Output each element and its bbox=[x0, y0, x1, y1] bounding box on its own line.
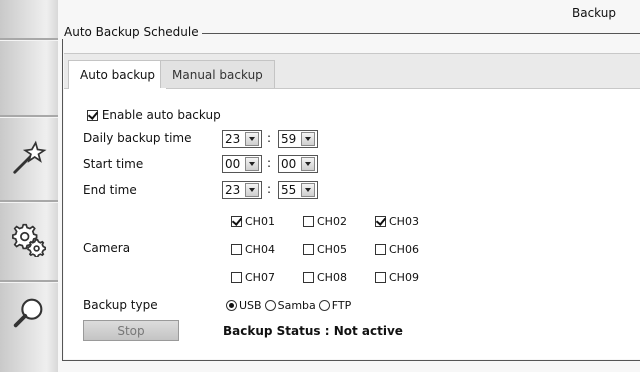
channel-ch04[interactable]: CH04 bbox=[231, 243, 275, 256]
backup-type-label: Backup type bbox=[83, 298, 158, 312]
backup-type-ftp[interactable]: FTP bbox=[318, 299, 352, 312]
camera-label: Camera bbox=[83, 241, 131, 255]
channel-ch09[interactable]: CH09 bbox=[375, 271, 419, 284]
end-hour-value: 23 bbox=[225, 183, 241, 197]
daily-hour-select[interactable]: 23 bbox=[222, 130, 262, 148]
enable-auto-backup-label: Enable auto backup bbox=[101, 108, 221, 122]
radio-button[interactable] bbox=[226, 300, 237, 311]
time-separator: : bbox=[267, 156, 272, 170]
chevron-down-icon bbox=[245, 183, 259, 197]
channel-label: CH09 bbox=[389, 271, 419, 284]
tab-manual-backup[interactable]: Manual backup bbox=[160, 60, 275, 88]
radio-label: Samba bbox=[277, 299, 316, 312]
page-title: Backup bbox=[572, 6, 616, 20]
chevron-down-icon bbox=[301, 157, 315, 171]
sidebar bbox=[0, 0, 59, 372]
end-time-label: End time bbox=[83, 183, 137, 197]
settings-panel: Auto backup Manual backup Enable auto ba… bbox=[64, 53, 640, 359]
chevron-down-icon bbox=[301, 183, 315, 197]
backup-type-group: USB Samba FTP bbox=[226, 299, 354, 312]
radio-button[interactable] bbox=[264, 300, 276, 311]
channel-label: CH03 bbox=[389, 215, 419, 228]
enable-auto-backup-row: Enable auto backup bbox=[87, 108, 221, 122]
search-icon[interactable] bbox=[8, 292, 50, 334]
channel-checkbox[interactable] bbox=[303, 244, 314, 255]
channel-checkbox[interactable] bbox=[231, 244, 242, 255]
stop-button[interactable]: Stop bbox=[83, 320, 179, 341]
daily-hour-value: 23 bbox=[225, 132, 241, 146]
enable-auto-backup-checkbox[interactable] bbox=[87, 110, 98, 121]
radio-label: FTP bbox=[331, 299, 352, 312]
sidebar-divider bbox=[0, 200, 58, 203]
gear-icon[interactable] bbox=[8, 217, 50, 259]
page-header: Backup bbox=[58, 0, 640, 28]
time-separator: : bbox=[267, 182, 272, 196]
radio-button[interactable] bbox=[318, 300, 330, 311]
start-minute-value: 00 bbox=[281, 157, 297, 171]
channel-checkbox[interactable] bbox=[231, 272, 242, 283]
chevron-down-icon bbox=[245, 157, 259, 171]
end-hour-select[interactable]: 23 bbox=[222, 181, 262, 199]
backup-type-samba[interactable]: Samba bbox=[264, 299, 316, 312]
channel-checkbox[interactable] bbox=[303, 216, 314, 227]
channel-ch06[interactable]: CH06 bbox=[375, 243, 419, 256]
channel-ch07[interactable]: CH07 bbox=[231, 271, 275, 284]
end-minute-value: 55 bbox=[281, 183, 297, 197]
channel-label: CH02 bbox=[317, 215, 347, 228]
start-time-label: Start time bbox=[83, 157, 144, 171]
end-minute-select[interactable]: 55 bbox=[278, 181, 318, 199]
channel-label: CH01 bbox=[245, 215, 275, 228]
channel-checkbox[interactable] bbox=[375, 244, 386, 255]
sidebar-divider bbox=[0, 38, 58, 41]
time-separator: : bbox=[267, 131, 272, 145]
start-hour-select[interactable]: 00 bbox=[222, 155, 262, 173]
channel-label: CH06 bbox=[389, 243, 419, 256]
backup-status: Backup Status : Not active bbox=[223, 324, 403, 338]
channel-ch08[interactable]: CH08 bbox=[303, 271, 347, 284]
channel-checkbox[interactable] bbox=[231, 216, 242, 227]
channel-ch02[interactable]: CH02 bbox=[303, 215, 347, 228]
channel-checkbox[interactable] bbox=[303, 272, 314, 283]
start-hour-value: 00 bbox=[225, 157, 241, 171]
chevron-down-icon bbox=[301, 132, 315, 146]
channel-label: CH05 bbox=[317, 243, 347, 256]
tab-auto-backup[interactable]: Auto backup bbox=[68, 60, 168, 89]
main-area: Backup Auto Backup Schedule Auto backup … bbox=[58, 0, 640, 372]
channel-label: CH07 bbox=[245, 271, 275, 284]
channel-checkbox[interactable] bbox=[375, 216, 386, 227]
channel-ch03[interactable]: CH03 bbox=[375, 215, 419, 228]
channel-label: CH08 bbox=[317, 271, 347, 284]
sidebar-divider bbox=[0, 280, 58, 283]
wand-icon[interactable] bbox=[8, 137, 50, 179]
channel-ch05[interactable]: CH05 bbox=[303, 243, 347, 256]
daily-minute-value: 59 bbox=[281, 132, 297, 146]
channel-checkbox[interactable] bbox=[375, 272, 386, 283]
channel-label: CH04 bbox=[245, 243, 275, 256]
daily-minute-select[interactable]: 59 bbox=[278, 130, 318, 148]
radio-label: USB bbox=[239, 299, 262, 312]
backup-type-usb[interactable]: USB bbox=[226, 299, 262, 312]
section-legend: Auto Backup Schedule bbox=[62, 25, 202, 39]
tab-bar: Auto backup Manual backup bbox=[64, 54, 640, 89]
sidebar-divider bbox=[0, 115, 58, 118]
start-minute-select[interactable]: 00 bbox=[278, 155, 318, 173]
chevron-down-icon bbox=[245, 132, 259, 146]
channel-ch01[interactable]: CH01 bbox=[231, 215, 275, 228]
daily-backup-time-label: Daily backup time bbox=[83, 131, 192, 145]
